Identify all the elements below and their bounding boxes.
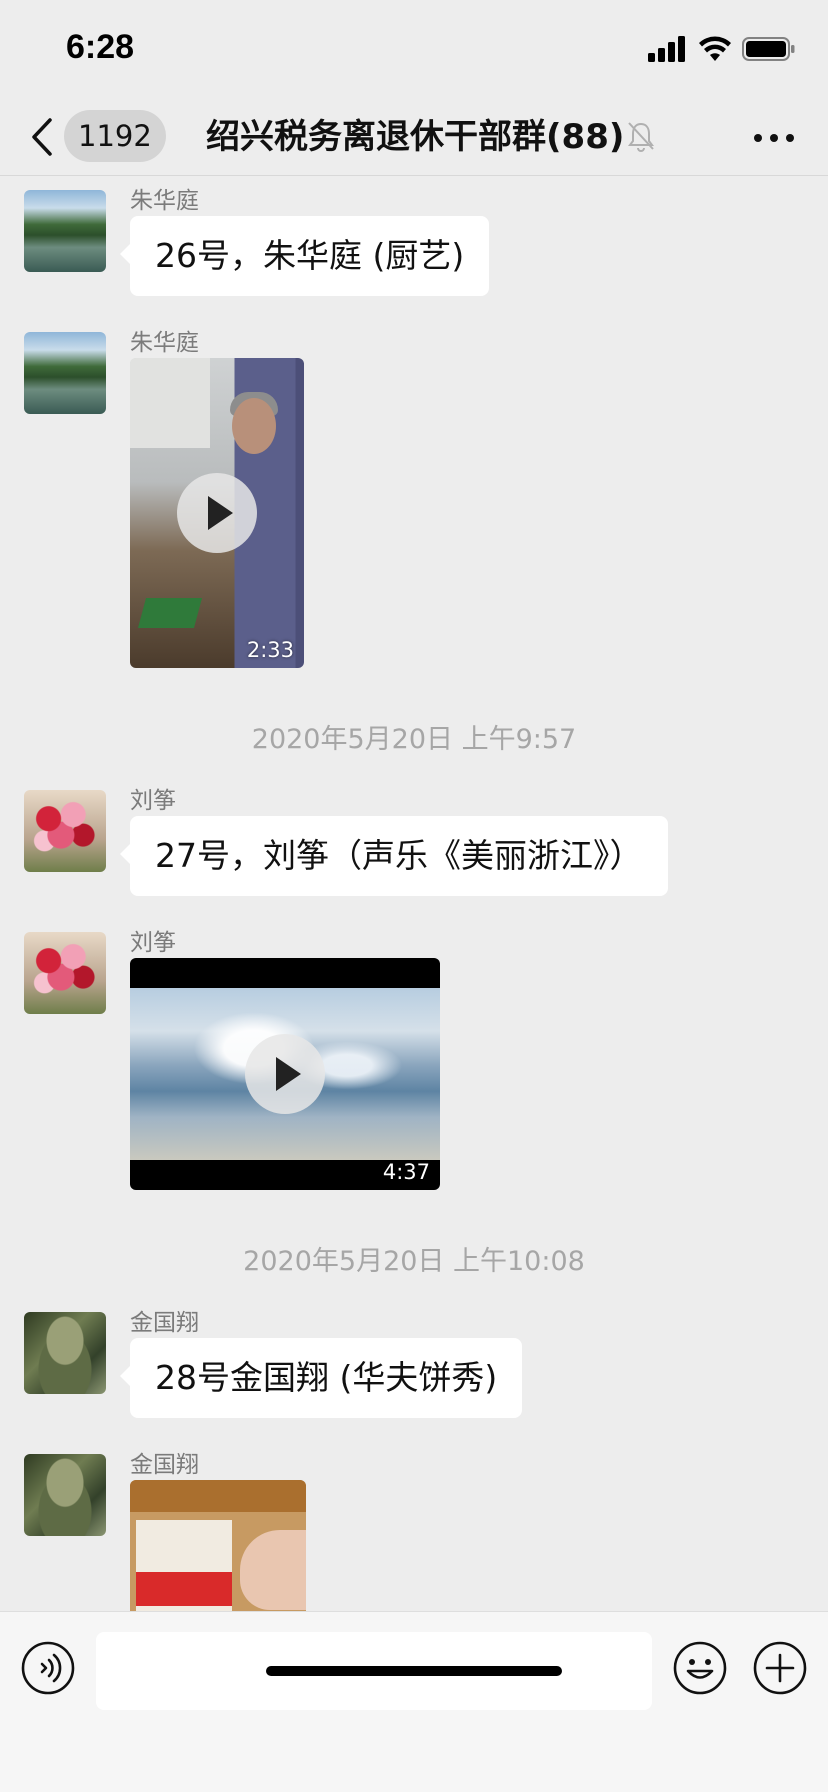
text-message-bubble[interactable]: 28号金国翔 (华夫饼秀): [119, 1338, 523, 1418]
sender-name: 金国翔: [130, 1310, 199, 1336]
video-duration: 2:33: [246, 638, 294, 662]
avatar[interactable]: [24, 190, 106, 272]
play-icon[interactable]: [245, 1034, 325, 1114]
more-functions-button[interactable]: [752, 1640, 808, 1700]
chevron-left-icon: [32, 118, 52, 156]
chat-header: 1192 绍兴税务离退休干部群(88): [0, 100, 828, 176]
sender-name: 刘筝: [130, 788, 176, 814]
sender-name: 朱华庭: [130, 188, 199, 214]
video-message[interactable]: [130, 1480, 306, 1611]
text-message-bubble[interactable]: 26号，朱华庭 (厨艺): [119, 216, 490, 296]
avatar[interactable]: [24, 1454, 106, 1536]
play-icon[interactable]: [177, 473, 257, 553]
input-bar: [0, 1611, 828, 1792]
battery-icon: [742, 37, 795, 61]
emoji-icon: [673, 1641, 727, 1695]
chat-title[interactable]: 绍兴税务离退休干部群(88): [206, 112, 624, 162]
sender-name: 刘筝: [130, 930, 176, 956]
more-options-button[interactable]: [750, 120, 798, 156]
unread-count-badge[interactable]: 1192: [64, 110, 166, 162]
avatar[interactable]: [24, 1312, 106, 1394]
plus-icon: [753, 1641, 807, 1695]
home-indicator: [266, 1666, 562, 1676]
bell-off-icon: [626, 120, 656, 156]
emoji-button[interactable]: [672, 1640, 728, 1700]
sender-name: 金国翔: [130, 1452, 199, 1478]
text-message-bubble[interactable]: 27号，刘筝（声乐《美丽浙江》）: [120, 816, 668, 896]
wifi-icon: [699, 36, 731, 61]
more-horizontal-icon: [754, 134, 794, 142]
video-message[interactable]: 4:37: [130, 958, 440, 1190]
status-time: 6:28: [66, 28, 135, 66]
avatar[interactable]: [24, 332, 106, 414]
cellular-signal-icon: [648, 36, 685, 62]
sender-name: 朱华庭: [130, 330, 199, 356]
back-button[interactable]: [28, 114, 58, 160]
message-list[interactable]: 朱华庭 26号，朱华庭 (厨艺) 朱华庭 2:33 2020年5月20日 上午9…: [0, 177, 828, 1611]
timestamp: 2020年5月20日 上午9:57: [251, 724, 577, 755]
avatar[interactable]: [24, 790, 106, 872]
video-duration: 4:37: [382, 1160, 430, 1184]
timestamp: 2020年5月20日 上午10:08: [243, 1246, 585, 1277]
avatar[interactable]: [24, 932, 106, 1014]
status-bar: 6:28: [0, 0, 828, 100]
voice-icon: [21, 1641, 75, 1695]
voice-input-button[interactable]: [20, 1640, 76, 1700]
status-icons: [648, 36, 796, 62]
video-message[interactable]: 2:33: [130, 358, 304, 668]
